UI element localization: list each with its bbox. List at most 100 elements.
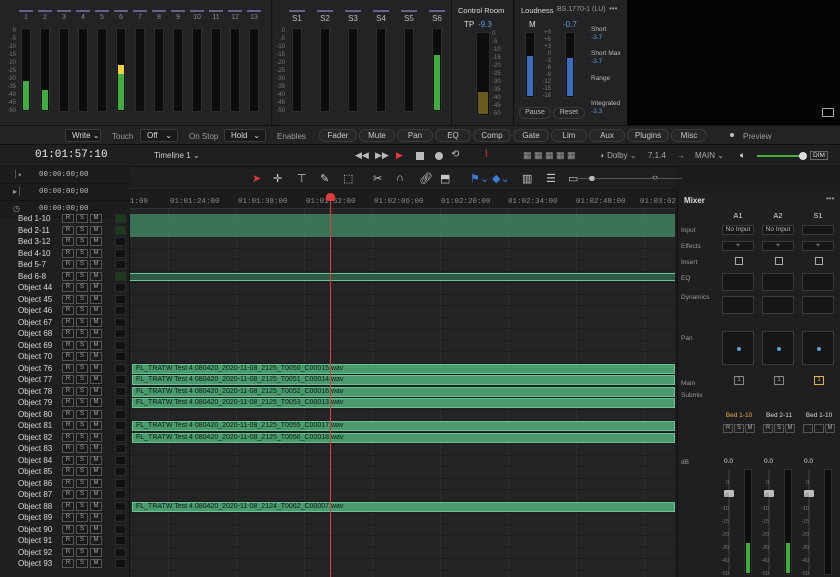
- track-r-button[interactable]: R: [62, 248, 74, 258]
- track-m-button[interactable]: M: [90, 444, 102, 453]
- track-r-button[interactable]: R: [62, 547, 74, 557]
- track-r-button[interactable]: R: [62, 306, 74, 315]
- track-header[interactable]: Bed 3-12 R S M: [0, 236, 130, 248]
- track-header[interactable]: Object 45 R S M: [0, 294, 130, 306]
- track-r-button[interactable]: R: [62, 214, 74, 223]
- dynamics-graph[interactable]: [722, 296, 754, 314]
- track-s-button[interactable]: S: [76, 547, 88, 557]
- waveform-icon[interactable]: ▥: [522, 172, 532, 185]
- track-m-button[interactable]: M: [90, 398, 102, 407]
- track-s-button[interactable]: S: [76, 248, 88, 258]
- toolbar-fader-button[interactable]: Fader: [319, 129, 357, 142]
- channel-s-button[interactable]: S: [734, 424, 744, 433]
- track-m-button[interactable]: M: [90, 455, 102, 465]
- track-header[interactable]: Object 77 R S M: [0, 374, 130, 386]
- track-r-button[interactable]: R: [62, 444, 74, 453]
- track-s-button[interactable]: S: [76, 455, 88, 465]
- track-m-button[interactable]: M: [90, 490, 102, 499]
- channel-r-button[interactable]: R: [763, 424, 773, 433]
- track-m-button[interactable]: M: [90, 536, 102, 545]
- fast-forward-icon[interactable]: ▶▶: [375, 150, 389, 161]
- track-r-button[interactable]: R: [62, 398, 74, 407]
- track-lane[interactable]: [130, 352, 675, 364]
- track-r-button[interactable]: R: [62, 513, 74, 522]
- toolbar-pan-button[interactable]: Pan: [397, 129, 433, 142]
- track-lane[interactable]: [130, 548, 675, 559]
- input-select[interactable]: No Input: [722, 225, 754, 235]
- dynamics-graph[interactable]: [802, 296, 834, 314]
- track-r-button[interactable]: R: [62, 340, 74, 350]
- track-s-button[interactable]: S: [76, 363, 88, 373]
- track-lane[interactable]: [130, 295, 675, 306]
- track-r-button[interactable]: R: [62, 455, 74, 465]
- track-header[interactable]: Object 46 R S M: [0, 305, 130, 317]
- auto-select-icon[interactable]: ⬒: [440, 172, 450, 185]
- marker-icon[interactable]: ◆⌄: [492, 172, 510, 185]
- track-m-button[interactable]: M: [90, 306, 102, 315]
- track-s-button[interactable]: S: [76, 524, 88, 534]
- track-m-button[interactable]: M: [90, 386, 102, 396]
- track-header[interactable]: Object 87 R S M: [0, 489, 130, 501]
- track-s-button[interactable]: S: [76, 214, 88, 223]
- track-lane[interactable]: [130, 536, 675, 548]
- toolbar-plugins-button[interactable]: Plugins: [627, 129, 669, 142]
- track-header[interactable]: Object 69 R S M: [0, 340, 130, 352]
- volume-slider[interactable]: [757, 155, 805, 157]
- effects-add-button[interactable]: +: [722, 241, 754, 251]
- track-header[interactable]: Object 82 R S M: [0, 432, 130, 444]
- track-r-button[interactable]: R: [62, 352, 74, 361]
- track-r-button[interactable]: R: [62, 271, 74, 281]
- timeline-area[interactable]: FL_TRATW Test 4 080420_2020-11-08_2125_T…: [130, 209, 675, 577]
- zoom-handle-2[interactable]: [589, 176, 594, 181]
- track-lane[interactable]: [130, 237, 675, 249]
- insert-icon[interactable]: [815, 257, 823, 265]
- track-header[interactable]: Object 90 R S M: [0, 524, 130, 536]
- track-s-button[interactable]: S: [76, 352, 88, 361]
- pointer-icon[interactable]: ➤: [252, 172, 261, 185]
- track-s-button[interactable]: S: [76, 559, 88, 568]
- track-header[interactable]: Object 85 R S M: [0, 466, 130, 478]
- track-m-button[interactable]: M: [90, 237, 102, 246]
- loop-icon[interactable]: ⟲: [451, 149, 459, 160]
- track-s-button[interactable]: S: [76, 386, 88, 396]
- clip-tools-icon[interactable]: ▦ ▦ ▦ ▦ ▦: [523, 150, 576, 161]
- track-header[interactable]: Object 44 R S M: [0, 282, 130, 294]
- playhead[interactable]: [330, 197, 331, 577]
- track-s-button[interactable]: S: [76, 421, 88, 430]
- volume-handle[interactable]: [799, 152, 807, 160]
- track-m-button[interactable]: M: [90, 547, 102, 557]
- track-r-button[interactable]: R: [62, 559, 74, 568]
- channel-r-button[interactable]: R: [723, 424, 733, 433]
- track-r-button[interactable]: R: [62, 329, 74, 338]
- track-m-button[interactable]: M: [90, 513, 102, 522]
- toolbar-comp-button[interactable]: Comp: [473, 129, 511, 142]
- track-r-button[interactable]: R: [62, 317, 74, 327]
- channel-m-button[interactable]: M: [745, 424, 755, 433]
- track-lane[interactable]: [130, 306, 675, 318]
- toolbar-misc-button[interactable]: Misc: [671, 129, 707, 142]
- track-lane[interactable]: [130, 479, 675, 490]
- track-s-button[interactable]: S: [76, 294, 88, 304]
- eq-graph[interactable]: [762, 273, 794, 291]
- track-lane[interactable]: [130, 283, 675, 295]
- track-header[interactable]: Bed 6-8 R S M: [0, 271, 130, 283]
- track-s-button[interactable]: S: [76, 409, 88, 419]
- trim-icon[interactable]: ⊤: [297, 172, 307, 185]
- toolbar-mute-button[interactable]: Mute: [359, 129, 395, 142]
- track-r-button[interactable]: R: [62, 490, 74, 499]
- track-s-button[interactable]: S: [76, 225, 88, 235]
- track-r-button[interactable]: R: [62, 467, 74, 476]
- track-r-button[interactable]: R: [62, 386, 74, 396]
- track-header[interactable]: Bed 4-10 R S M: [0, 248, 130, 260]
- track-m-button[interactable]: M: [90, 352, 102, 361]
- track-header[interactable]: Object 70 R S M: [0, 351, 130, 363]
- track-header[interactable]: Object 88 R S M: [0, 501, 130, 513]
- track-m-button[interactable]: M: [90, 478, 102, 488]
- track-r-button[interactable]: R: [62, 237, 74, 246]
- track-r-button[interactable]: R: [62, 225, 74, 235]
- track-header[interactable]: Object 76 R S M: [0, 363, 130, 375]
- pan-grid[interactable]: [802, 331, 834, 365]
- track-s-button[interactable]: S: [76, 283, 88, 292]
- track-m-button[interactable]: M: [90, 271, 102, 281]
- track-m-button[interactable]: M: [90, 260, 102, 269]
